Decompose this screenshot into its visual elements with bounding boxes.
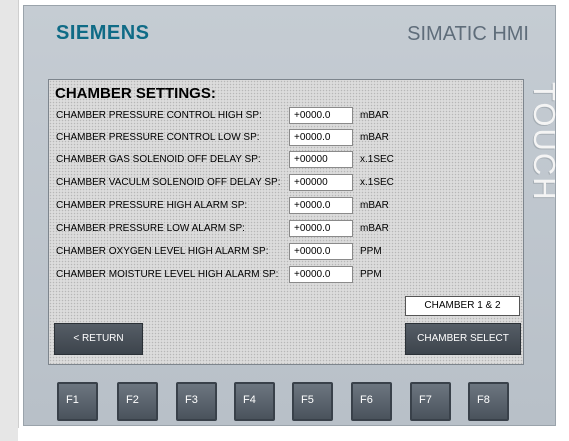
setting-label: CHAMBER VACULM SOLENOID OFF DELAY SP: [56, 177, 281, 188]
setting-unit: mBAR [360, 132, 389, 143]
setting-unit: PPM [360, 246, 382, 257]
setting-value-input[interactable]: +0000.0 [289, 107, 353, 124]
f7-key[interactable]: F7 [410, 382, 451, 421]
return-button[interactable]: < RETURN [54, 323, 143, 355]
setting-value-input[interactable]: +0000.0 [289, 266, 353, 283]
brand-logo: SIEMENS [56, 22, 150, 44]
setting-label: CHAMBER OXYGEN LEVEL HIGH ALARM SP: [56, 246, 269, 257]
setting-label: CHAMBER MOISTURE LEVEL HIGH ALARM SP: [56, 269, 279, 280]
setting-value-input[interactable]: +0000.0 [289, 220, 353, 237]
f8-key[interactable]: F8 [468, 382, 509, 421]
touch-label: TOUCH [527, 82, 562, 202]
setting-unit: x.1SEC [360, 177, 394, 188]
chamber-indicator: CHAMBER 1 & 2 [405, 296, 520, 316]
setting-value-input[interactable]: +0000.0 [289, 243, 353, 260]
setting-unit: mBAR [360, 110, 389, 121]
setting-unit: x.1SEC [360, 154, 394, 165]
model-label: SIMATIC HMI [407, 23, 529, 45]
f4-key[interactable]: F4 [234, 382, 275, 421]
setting-label: CHAMBER PRESSURE CONTROL LOW SP: [56, 132, 260, 143]
page-title: CHAMBER SETTINGS: [55, 85, 216, 102]
chamber-select-button[interactable]: CHAMBER SELECT [405, 323, 521, 355]
f6-key[interactable]: F6 [351, 382, 392, 421]
setting-label: CHAMBER PRESSURE CONTROL HIGH SP: [56, 110, 262, 121]
setting-unit: PPM [360, 269, 382, 280]
setting-value-input[interactable]: +00000 [289, 151, 353, 168]
setting-unit: mBAR [360, 223, 389, 234]
setting-label: CHAMBER PRESSURE LOW ALARM SP: [56, 223, 245, 234]
setting-value-input[interactable]: +00000 [289, 174, 353, 191]
setting-value-input[interactable]: +0000.0 [289, 129, 353, 146]
hmi-screen: CHAMBER SETTINGS: CHAMBER PRESSURE CONTR… [48, 79, 524, 365]
f1-key[interactable]: F1 [57, 382, 98, 421]
window-frame-bottom [18, 428, 569, 441]
f2-key[interactable]: F2 [117, 382, 158, 421]
f5-key[interactable]: F5 [292, 382, 333, 421]
f3-key[interactable]: F3 [176, 382, 217, 421]
window-frame-left [0, 0, 19, 441]
setting-value-input[interactable]: +0000.0 [289, 197, 353, 214]
setting-unit: mBAR [360, 200, 389, 211]
setting-label: CHAMBER PRESSURE HIGH ALARM SP: [56, 200, 248, 211]
setting-label: CHAMBER GAS SOLENOID OFF DELAY SP: [56, 154, 261, 165]
